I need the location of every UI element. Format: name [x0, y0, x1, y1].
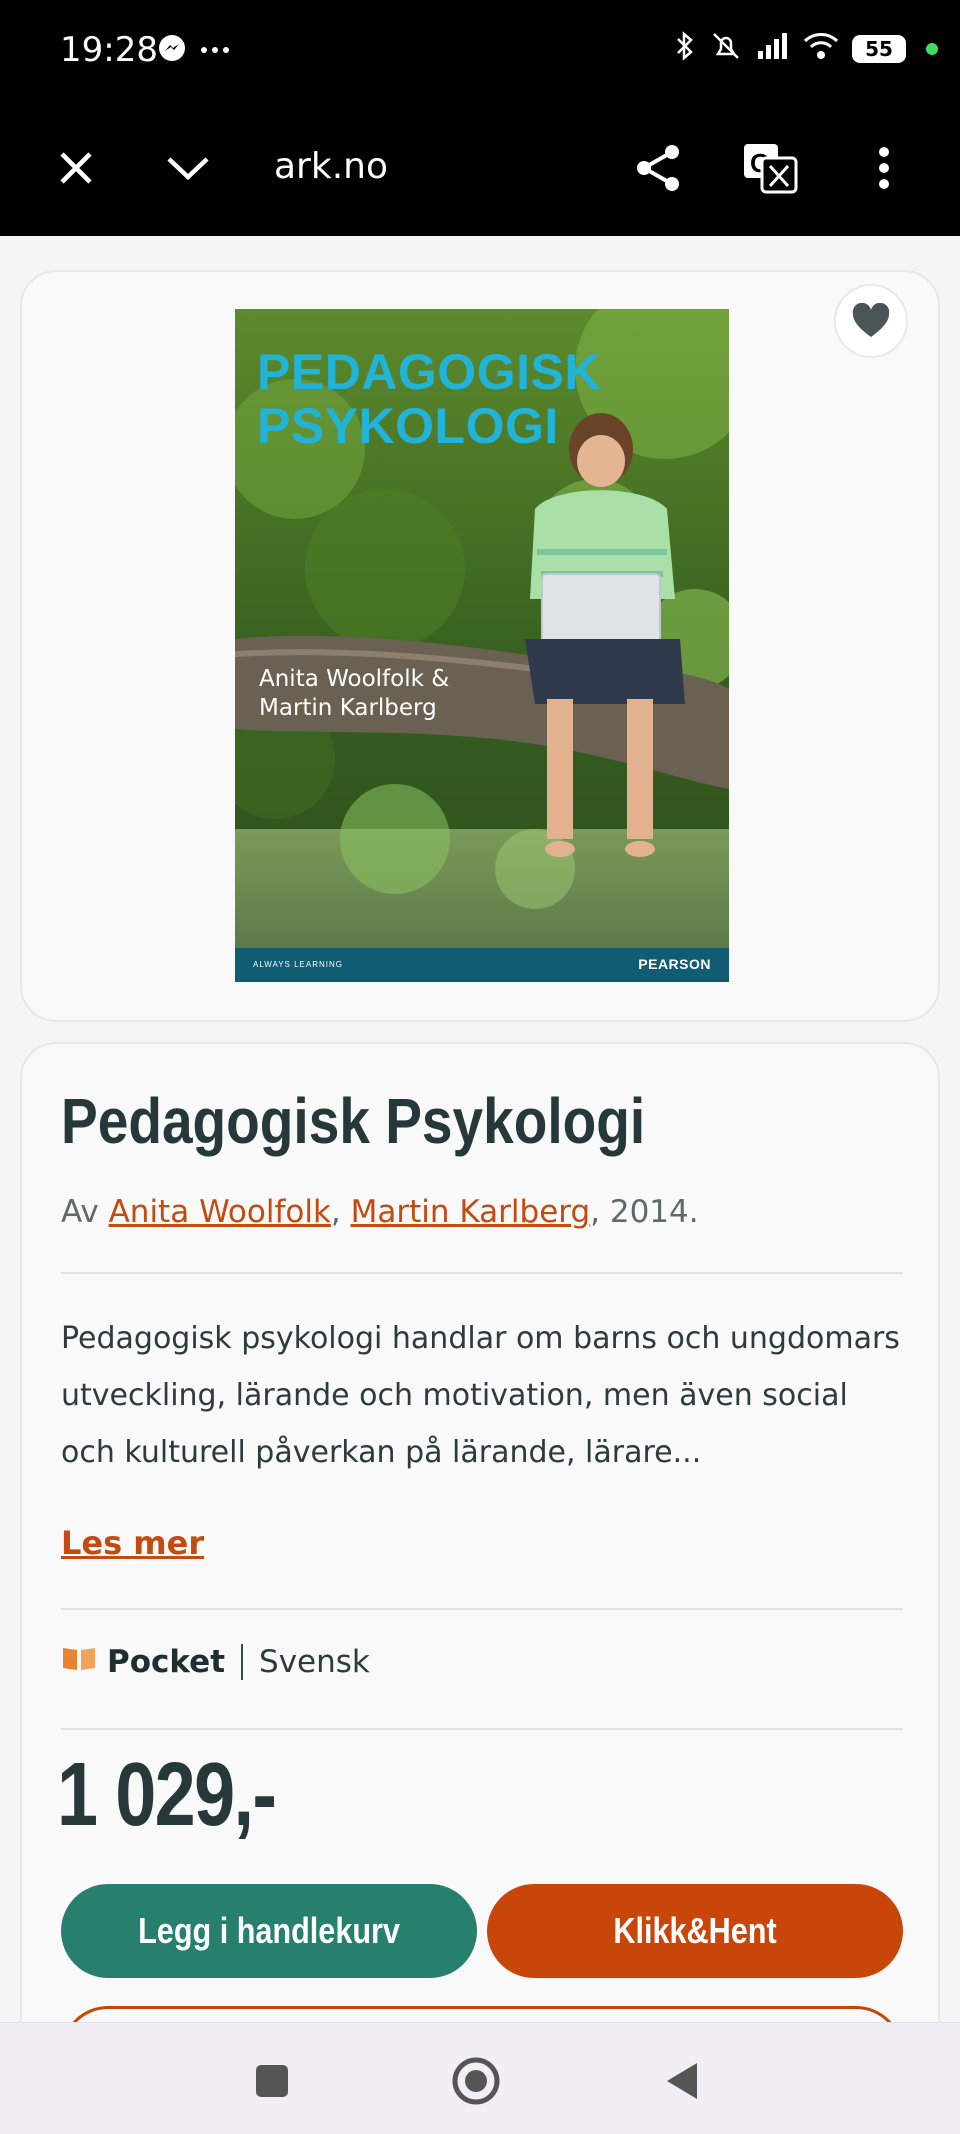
url-text[interactable]: ark.no: [274, 146, 388, 187]
share-icon[interactable]: [628, 138, 688, 198]
system-nav-bar: [0, 2022, 960, 2134]
divider: [61, 1728, 903, 1730]
chevron-down-icon[interactable]: [158, 138, 218, 198]
author-link-woolfolk[interactable]: Anita Woolfolk: [109, 1194, 331, 1230]
cover-authors: Anita Woolfolk & Martin Karlberg: [259, 666, 450, 721]
recents-icon[interactable]: [244, 2053, 300, 2109]
cover-title: PEDAGOGISK PSYKOLOGI: [257, 344, 601, 454]
book-open-icon: [61, 1644, 97, 1680]
separator: [241, 1644, 244, 1680]
cover-footer-tagline: ALWAYS LEARNING: [253, 960, 343, 969]
cover-publisher: PEARSON: [638, 956, 711, 972]
byline: Av Anita Woolfolk, Martin Karlberg, 2014…: [61, 1194, 699, 1230]
status-bar: 19:28 55: [0, 0, 960, 100]
product-image-card: PEDAGOGISK PSYKOLOGI Anita Woolfolk & Ma…: [20, 270, 940, 1022]
read-more-link[interactable]: Les mer: [61, 1524, 204, 1562]
divider: [61, 1272, 903, 1274]
more-vert-icon[interactable]: [854, 138, 914, 198]
format-row: Pocket Svensk: [61, 1644, 370, 1680]
wishlist-button[interactable]: [834, 284, 908, 358]
messenger-icon: [158, 34, 186, 67]
translate-icon[interactable]: G: [740, 138, 800, 198]
status-time: 19:28: [60, 30, 158, 70]
bluetooth-icon: [674, 30, 696, 67]
price: 1 029,-: [57, 1745, 277, 1845]
book-cover-image[interactable]: PEDAGOGISK PSYKOLOGI Anita Woolfolk & Ma…: [235, 309, 729, 982]
add-to-cart-button[interactable]: Legg i handlekurv: [61, 1884, 477, 1978]
format-language: Svensk: [259, 1644, 370, 1680]
product-title: Pedagogisk Psykologi: [61, 1085, 646, 1157]
more-dots-icon: [200, 42, 230, 60]
close-icon[interactable]: [46, 138, 106, 198]
home-icon[interactable]: [448, 2053, 504, 2109]
click-and-collect-button[interactable]: Klikk&Hent: [487, 1884, 903, 1978]
mute-icon: [708, 30, 744, 67]
divider: [61, 1608, 903, 1610]
product-description: Pedagogisk psykologi handlar om barns oc…: [61, 1321, 900, 1470]
heart-icon: [852, 303, 890, 337]
product-info-card: Pedagogisk Psykologi Av Anita Woolfolk, …: [20, 1042, 940, 2134]
back-icon[interactable]: [654, 2053, 710, 2109]
signal-icon: [756, 31, 790, 66]
browser-toolbar: ark.no G: [0, 100, 960, 236]
wifi-icon: [802, 31, 840, 66]
battery-icon: 55: [852, 34, 906, 63]
privacy-indicator-dot: [926, 42, 938, 55]
author-link-karlberg[interactable]: Martin Karlberg: [351, 1194, 591, 1230]
format-name: Pocket: [107, 1644, 226, 1680]
cover-footer: ALWAYS LEARNING PEARSON: [235, 948, 729, 982]
